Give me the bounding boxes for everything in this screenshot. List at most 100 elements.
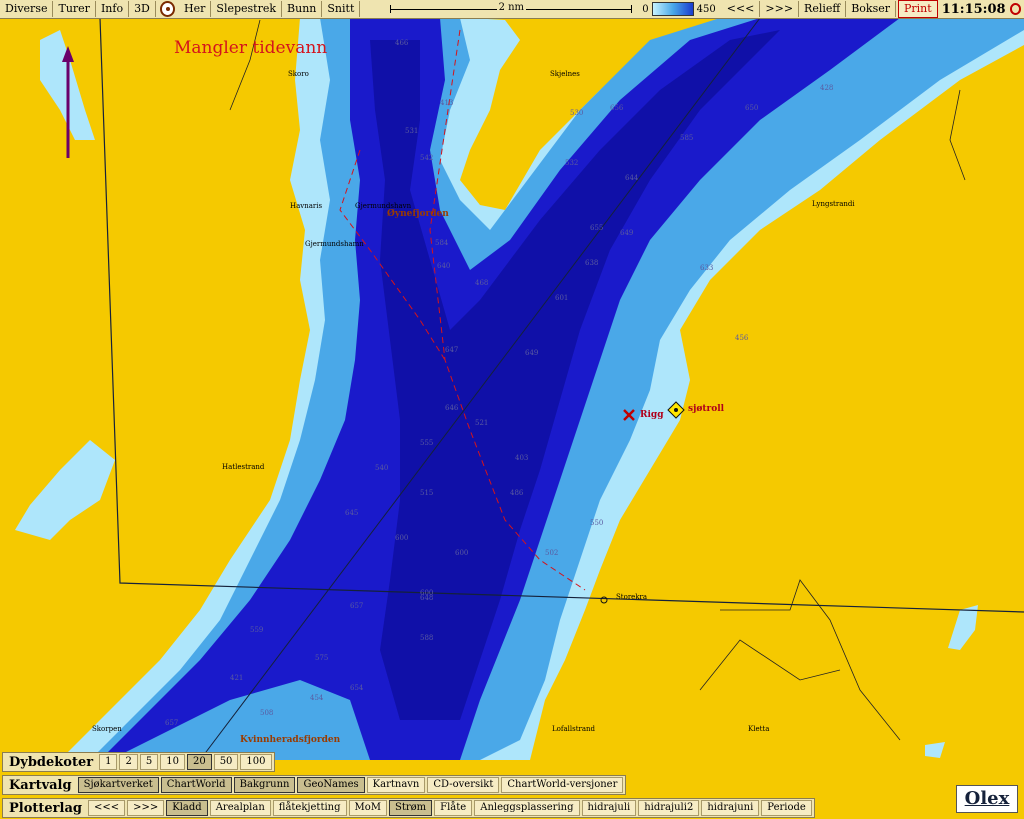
menu-3d[interactable]: 3D [129, 1, 156, 17]
clock-time: 11:15:08 [941, 1, 1006, 17]
contour-option-10[interactable]: 10 [160, 754, 185, 770]
depth-sounding: 540 [375, 464, 388, 472]
place-kletta: Kletta [748, 725, 770, 733]
depth-contour-panel: Dybdekoter 1 2 5 10 20 50 100 [2, 752, 275, 772]
sun-icon[interactable] [1009, 3, 1021, 15]
contour-option-100[interactable]: 100 [240, 754, 272, 770]
depth-sounding: 644 [625, 174, 639, 182]
nav-prev-button[interactable]: <<< [722, 1, 761, 17]
depth-sounding: 656 [610, 104, 624, 112]
layer-hidrajuni[interactable]: hidrajuni [701, 800, 760, 816]
chart-sjokartverket[interactable]: Sjøkartverket [77, 777, 159, 793]
depth-sounding: 600 [420, 589, 433, 597]
depth-sounding: 646 [445, 404, 459, 412]
depth-color-scale[interactable]: 0 450 [642, 2, 716, 16]
depth-sounding: 403 [515, 454, 528, 462]
depth-min: 0 [642, 3, 649, 15]
layer-mom[interactable]: MoM [348, 800, 388, 816]
depth-sounding: 508 [260, 709, 273, 717]
depth-sounding: 521 [475, 419, 488, 427]
layer-anleggsplassering[interactable]: Anleggsplassering [474, 800, 580, 816]
nautical-chart-map[interactable]: 466 413 531 542 584 530 644 649 601 638 649 655 646 5… [0, 0, 1024, 819]
place-storekra: Storekra [616, 593, 648, 601]
depth-sounding: 542 [420, 154, 433, 162]
layer-arealplan[interactable]: Arealplan [209, 800, 271, 816]
place-skjelnes: Skjelnes [550, 70, 580, 78]
layer-flate[interactable]: Flåte [434, 800, 473, 816]
plotter-layer-title: Plotterlag [9, 800, 82, 816]
depth-sounding: 600 [395, 534, 408, 542]
menu-diverse[interactable]: Diverse [0, 1, 54, 17]
contour-option-20[interactable]: 20 [186, 754, 212, 770]
depth-sounding: 413 [440, 99, 453, 107]
print-button[interactable]: Print [898, 0, 938, 18]
place-skorpen: Skorpen [92, 725, 122, 733]
layer-strom[interactable]: Strøm [389, 800, 433, 816]
depth-sounding: 600 [455, 549, 468, 557]
depth-sounding: 647 [445, 346, 458, 354]
depth-sounding: 649 [525, 349, 538, 357]
depth-sounding: 588 [420, 634, 433, 642]
depth-sounding: 584 [435, 239, 449, 247]
chart-chartworld-versjoner[interactable]: ChartWorld-versjoner [501, 777, 624, 793]
chart-chartworld[interactable]: ChartWorld [160, 777, 232, 793]
depth-sounding: 428 [820, 84, 833, 92]
depth-sounding: 649 [620, 229, 633, 237]
depth-sounding: 657 [165, 719, 178, 727]
place-gjermundshavn: Gjermundshavn [355, 202, 412, 210]
menu-snitt[interactable]: Snitt [322, 1, 361, 17]
rigg-label[interactable]: Rigg [640, 410, 663, 420]
depth-sounding: 559 [250, 626, 263, 634]
depth-sounding: 466 [395, 39, 409, 47]
sjotroll-label[interactable]: sjøtroll [688, 404, 724, 414]
menu-turer[interactable]: Turer [53, 1, 96, 17]
depth-sounding: 456 [735, 334, 749, 342]
depth-sounding: 530 [570, 109, 583, 117]
place-hatlestrand: Hatlestrand [222, 463, 265, 471]
depth-sounding: 657 [350, 602, 363, 610]
boxes-button[interactable]: Bokser [846, 1, 896, 17]
depth-sounding: 515 [420, 489, 433, 497]
compass-icon[interactable] [159, 1, 176, 17]
relief-button[interactable]: Relieff [799, 1, 847, 17]
contour-option-50[interactable]: 50 [213, 754, 239, 770]
layer-periode[interactable]: Periode [761, 800, 812, 816]
depth-gradient [651, 2, 694, 16]
layer-flatekjetting[interactable]: flåtekjetting [272, 800, 347, 816]
depth-sounding: 654 [350, 684, 364, 692]
place-gjermundshamn: Gjermundshamn [305, 240, 364, 248]
layer-next-button[interactable]: >>> [127, 800, 165, 816]
chart-cd-oversikt[interactable]: CD-oversikt [427, 777, 500, 793]
scale-label: 2 nm [496, 2, 527, 13]
chart-kartnavn[interactable]: Kartnavn [366, 777, 426, 793]
depth-sounding: 601 [555, 294, 568, 302]
depth-sounding: 645 [345, 509, 358, 517]
layer-kladd[interactable]: Kladd [166, 800, 208, 816]
depth-sounding: 454 [310, 694, 324, 702]
menu-slepestrek[interactable]: Slepestrek [211, 1, 283, 17]
chart-geonames[interactable]: GeoNames [297, 777, 365, 793]
place-havnaris: Havnaris [290, 202, 323, 210]
layer-hidrajuli[interactable]: hidrajuli [581, 800, 637, 816]
layer-hidrajuli2[interactable]: hidrajuli2 [638, 800, 700, 816]
depth-max: 450 [696, 3, 716, 15]
menu-her[interactable]: Her [179, 1, 212, 17]
fjord-label-kvinnherad: Kvinnheradsfjorden [240, 735, 341, 745]
layer-prev-button[interactable]: <<< [87, 800, 126, 816]
depth-sounding: 486 [510, 489, 524, 497]
depth-sounding: 532 [565, 159, 578, 167]
menu-info[interactable]: Info [96, 1, 130, 17]
depth-sounding: 585 [680, 134, 693, 142]
menu-bunn[interactable]: Bunn [282, 1, 323, 17]
chart-select-title: Kartvalg [9, 777, 72, 793]
contour-option-1[interactable]: 1 [99, 754, 118, 770]
olex-logo[interactable]: Olex [956, 785, 1018, 813]
contour-option-2[interactable]: 2 [119, 754, 138, 770]
fjord-label-oyne: Øynefjorden [387, 209, 449, 219]
depth-sounding: 638 [585, 259, 598, 267]
chart-bakgrunn[interactable]: Bakgrunn [233, 777, 296, 793]
top-toolbar: Diverse Turer Info 3D Her Slepestrek Bun… [0, 0, 1024, 19]
contour-option-5[interactable]: 5 [139, 754, 159, 770]
nav-next-button[interactable]: >>> [760, 1, 800, 17]
depth-sounding: 555 [420, 439, 433, 447]
